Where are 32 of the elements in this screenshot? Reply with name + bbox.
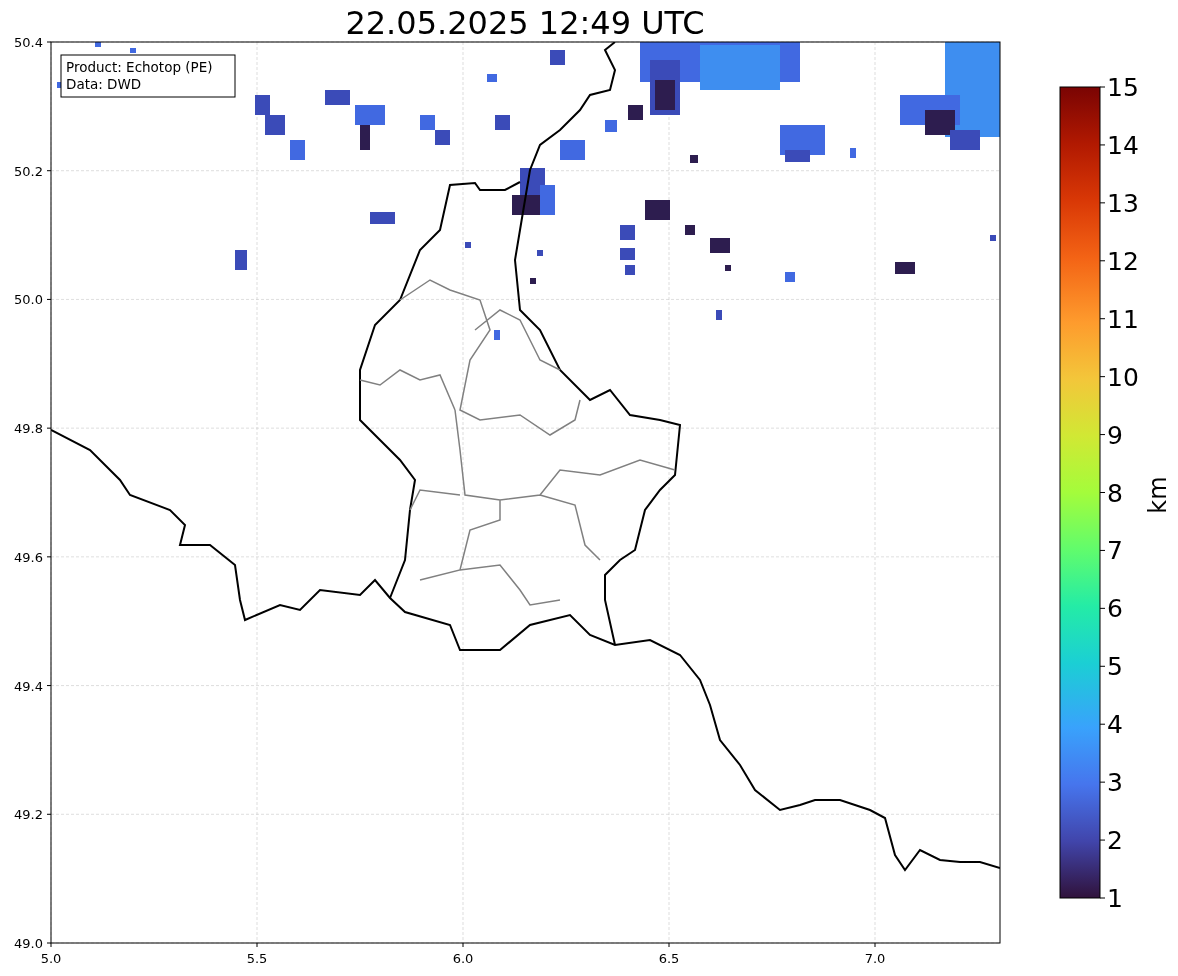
y-tick-label: 50.0 xyxy=(14,292,43,308)
chart-title: 22.05.2025 12:49 UTC xyxy=(345,4,705,42)
colorbar-tick-label: 9 xyxy=(1107,420,1123,450)
info-text: Data: DWD xyxy=(66,76,142,92)
colorbar-tick-label: 7 xyxy=(1107,536,1123,566)
colorbar-tick-label: 5 xyxy=(1107,652,1123,682)
y-tick-label: 49.6 xyxy=(14,549,43,565)
colorbar-tick-label: 2 xyxy=(1107,826,1123,856)
x-tick-label: 7.0 xyxy=(864,951,886,966)
y-tick-label: 50.4 xyxy=(14,35,43,50)
colorbar-tick-label: 8 xyxy=(1107,478,1123,508)
x-tick-label: 5.5 xyxy=(246,951,268,966)
y-tick-label: 49.4 xyxy=(14,678,43,694)
y-tick-label: 50.2 xyxy=(14,163,43,179)
colorbar-tick-label: 3 xyxy=(1107,768,1123,798)
colorbar-tick-label: 10 xyxy=(1107,362,1139,392)
colorbar-label: km xyxy=(1144,476,1172,514)
colorbar-tick-label: 4 xyxy=(1107,710,1123,740)
info-text: Product: Echotop (PE) xyxy=(66,59,213,75)
y-tick-label: 49.0 xyxy=(14,936,43,951)
y-tick-label: 49.8 xyxy=(14,421,43,437)
colorbar-tick-label: 12 xyxy=(1107,246,1139,276)
colorbar-tick-label: 15 xyxy=(1107,73,1139,102)
x-tick-label: 6.0 xyxy=(452,951,474,966)
colorbar-tick-label: 6 xyxy=(1107,594,1123,624)
colorbar-tick-label: 14 xyxy=(1107,130,1139,160)
colorbar-tick-label: 13 xyxy=(1107,188,1139,218)
x-tick-label: 5.0 xyxy=(40,951,62,966)
colorbar-tick-label: 11 xyxy=(1107,304,1139,334)
x-tick-label: 6.5 xyxy=(658,951,680,966)
y-tick-label: 49.2 xyxy=(14,807,43,823)
colorbar-tick-label: 1 xyxy=(1107,884,1123,913)
